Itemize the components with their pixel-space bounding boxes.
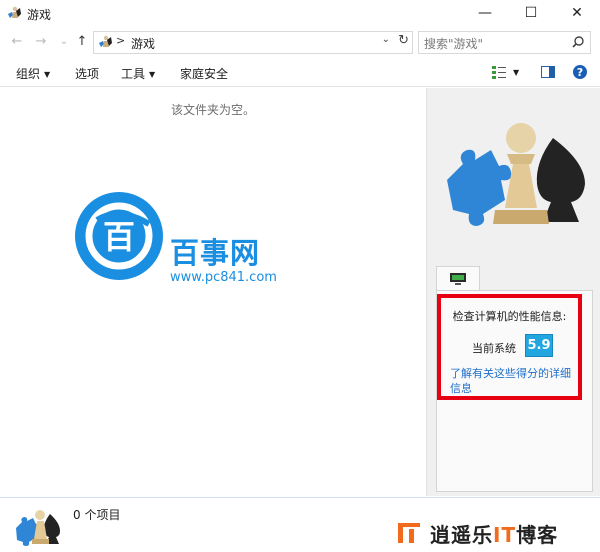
search-icon[interactable] bbox=[571, 35, 585, 49]
chevron-down-icon: ▼ bbox=[44, 70, 51, 79]
watermark-logo-char: 百 bbox=[103, 218, 135, 256]
empty-folder-message: 该文件夹为空。 bbox=[170, 103, 255, 117]
monitor-icon bbox=[450, 273, 466, 285]
organize-menu[interactable]: 组织 ▼ bbox=[16, 65, 50, 82]
watermark-logo-icon: 百 bbox=[75, 192, 163, 280]
file-list-area[interactable]: 该文件夹为空。 bbox=[0, 88, 426, 496]
chess-puzzle-icon bbox=[447, 123, 585, 226]
tools-label: 工具 bbox=[121, 67, 146, 81]
window-title: 游戏 bbox=[27, 8, 52, 22]
breadcrumb-games[interactable]: 游戏 bbox=[131, 35, 155, 52]
maximize-button[interactable]: ☐ bbox=[508, 0, 554, 27]
brand-suffix: 博客 bbox=[516, 523, 559, 547]
games-folder-icon bbox=[8, 6, 21, 18]
item-count: 0 个项目 bbox=[73, 508, 121, 522]
view-options-icon[interactable] bbox=[491, 64, 507, 80]
search-input[interactable]: 搜索"游戏" bbox=[418, 31, 591, 54]
watermark-title: 百事网 bbox=[170, 236, 261, 270]
help-icon[interactable]: ? bbox=[572, 64, 588, 80]
family-safety-button[interactable]: 家庭安全 bbox=[180, 65, 228, 82]
brand-prefix: 逍遥乐 bbox=[430, 523, 493, 547]
performance-highlight-box: 检查计算机的性能信息: 当前系统 5.9 了解有关这些得分的详细信息 bbox=[437, 294, 582, 400]
tab-performance[interactable] bbox=[436, 266, 480, 291]
recent-locations-button[interactable]: ⌄ bbox=[56, 34, 72, 50]
address-dropdown-button[interactable]: ⌄ bbox=[382, 34, 390, 45]
options-button[interactable]: 选项 bbox=[75, 65, 99, 82]
minimize-button[interactable]: — bbox=[462, 0, 508, 27]
address-row: ← → ⌄ ↑ > 游戏 ⌄ ↻ 搜索"游戏" bbox=[0, 28, 600, 56]
watermark-url: www.pc841.com bbox=[170, 270, 277, 285]
chess-puzzle-icon bbox=[16, 510, 60, 546]
refresh-button[interactable]: ↻ bbox=[398, 33, 409, 48]
forward-arrow-icon[interactable]: → bbox=[33, 34, 49, 50]
address-bar[interactable]: > 游戏 ⌄ ↻ bbox=[93, 31, 413, 54]
command-toolbar: 组织 ▼ 选项 工具 ▼ 家庭安全 ▼ ? bbox=[0, 58, 600, 87]
tools-menu[interactable]: 工具 ▼ bbox=[121, 65, 155, 82]
search-placeholder: 搜索"游戏" bbox=[424, 37, 484, 51]
brand-text: 逍遥乐IT博客 bbox=[430, 519, 558, 548]
organize-label: 组织 bbox=[16, 67, 41, 81]
performance-score-badge: 5.9 bbox=[525, 334, 553, 357]
breadcrumb-separator[interactable]: > bbox=[116, 34, 125, 47]
close-button[interactable]: ✕ bbox=[554, 0, 600, 27]
brand-logo-icon bbox=[398, 523, 420, 543]
preview-pane: 检查计算机的性能信息: 当前系统 5.9 了解有关这些得分的详细信息 bbox=[426, 88, 600, 496]
details-bar: 0 个项目 逍遥乐IT博客 bbox=[0, 497, 600, 552]
performance-title: 检查计算机的性能信息: bbox=[452, 310, 567, 323]
brand-accent: IT bbox=[493, 523, 517, 547]
score-details-link[interactable]: 了解有关这些得分的详细信息 bbox=[450, 366, 574, 396]
up-arrow-icon[interactable]: ↑ bbox=[74, 34, 90, 50]
games-folder-icon bbox=[99, 35, 112, 47]
preview-pane-icon[interactable] bbox=[540, 64, 556, 80]
view-options-dropdown[interactable]: ▼ bbox=[513, 68, 519, 77]
back-arrow-icon[interactable]: ← bbox=[9, 34, 25, 50]
chevron-down-icon: ▼ bbox=[149, 70, 156, 79]
title-bar: 游戏 — ☐ ✕ bbox=[0, 0, 600, 27]
svg-text:?: ? bbox=[577, 66, 583, 79]
current-system-label: 当前系统 bbox=[472, 342, 516, 355]
brand-watermark: 逍遥乐IT博客 bbox=[396, 519, 586, 548]
